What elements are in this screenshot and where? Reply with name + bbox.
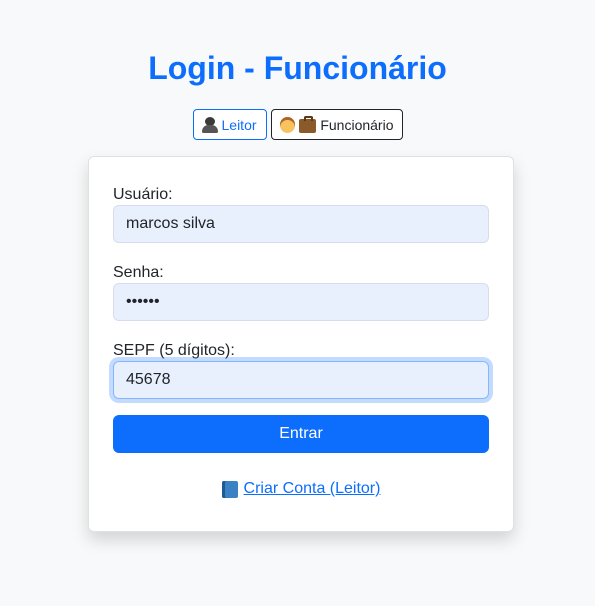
login-card: Usuário: Senha: SEPF (5 dígitos): Entrar… <box>88 156 514 532</box>
employee-role-button[interactable]: Funcionário <box>270 109 403 140</box>
book-icon <box>221 480 238 498</box>
briefcase-icon <box>299 115 317 133</box>
role-switch: Leitor Funcionário <box>0 109 595 140</box>
sepf-label: SEPF (5 dígitos): <box>113 342 235 359</box>
login-submit-button[interactable]: Entrar <box>113 415 489 453</box>
reader-role-label: Leitor <box>221 116 257 133</box>
register-link-row: Criar Conta (Leitor) <box>89 479 513 504</box>
sepf-input[interactable] <box>113 361 489 399</box>
password-input[interactable] <box>113 283 489 321</box>
employee-role-label: Funcionário <box>320 116 394 133</box>
register-link-label: Criar Conta (Leitor) <box>243 480 381 497</box>
reader-person-icon <box>201 116 218 133</box>
username-input[interactable] <box>113 205 489 243</box>
page-title: Login - Funcionário <box>148 50 447 86</box>
person-icon <box>279 116 296 133</box>
username-label: Usuário: <box>113 186 173 203</box>
password-label: Senha: <box>113 264 164 281</box>
register-link[interactable]: Criar Conta (Leitor) <box>221 479 381 499</box>
reader-role-button[interactable]: Leitor <box>192 109 267 140</box>
